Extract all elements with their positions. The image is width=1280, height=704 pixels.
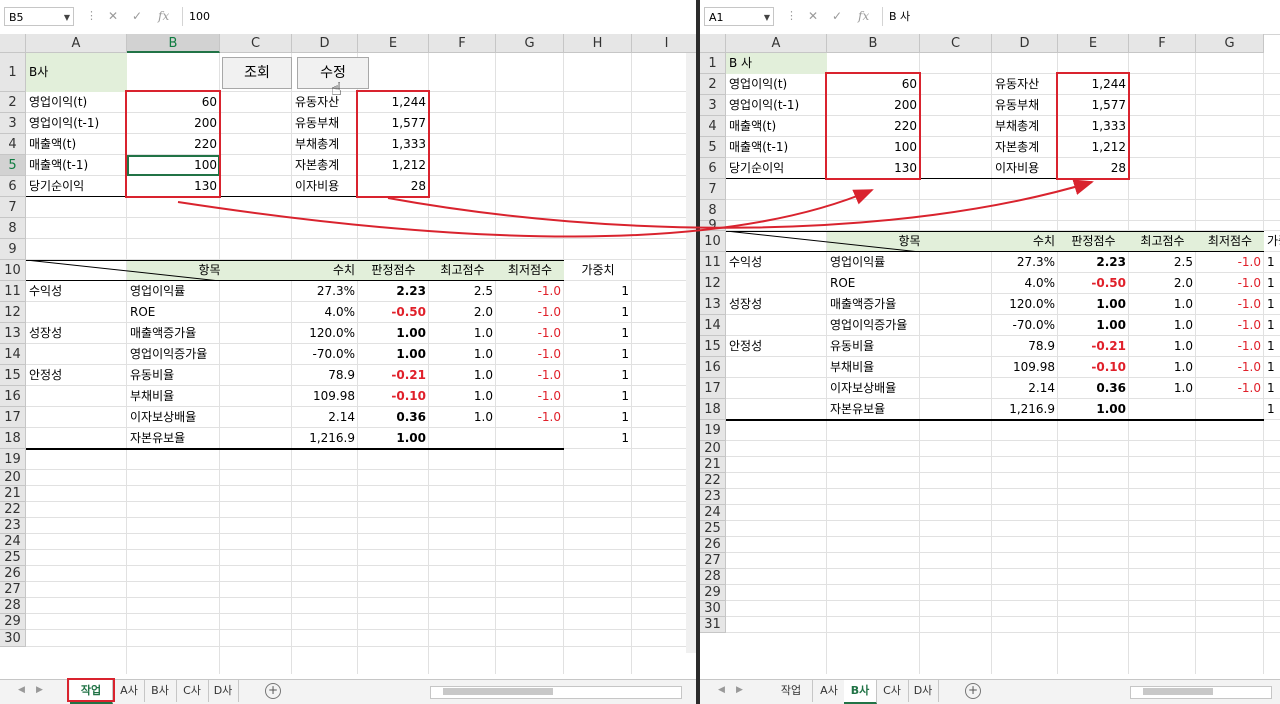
connector-arrows <box>177 179 1094 238</box>
arrow-inputs-b <box>177 189 874 238</box>
arrow-inputs-e <box>387 179 1094 229</box>
